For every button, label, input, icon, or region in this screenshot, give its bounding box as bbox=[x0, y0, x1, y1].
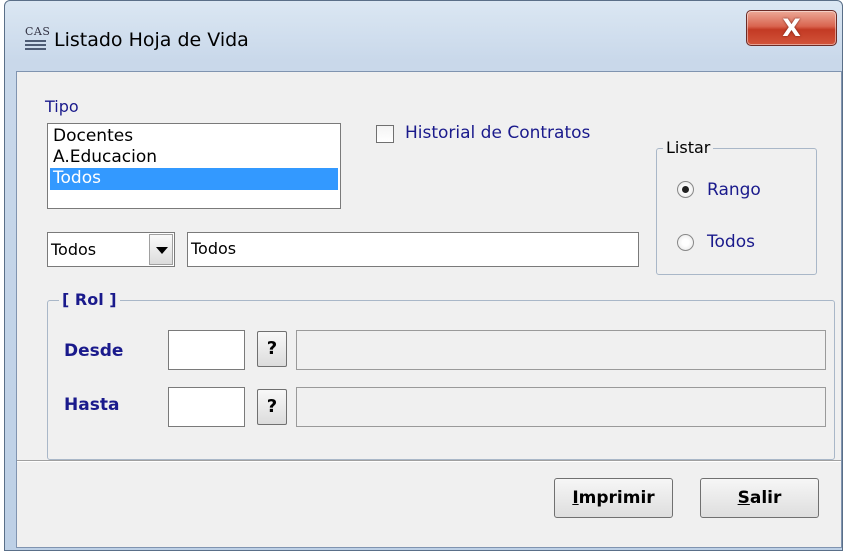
rol-group: [ Rol ] Desde ? Hasta ? bbox=[47, 290, 835, 460]
close-icon: X bbox=[782, 14, 801, 42]
listar-title: Listar bbox=[663, 138, 714, 157]
combo-value: Todos bbox=[51, 240, 97, 259]
imprimir-button[interactable]: Imprimir bbox=[554, 478, 673, 518]
tipo-combo[interactable]: Todos bbox=[47, 232, 175, 267]
list-item-educacion[interactable]: A.Educacion bbox=[50, 147, 338, 169]
dialog-window: CAS Listado Hoja de Vida X Tipo Docentes… bbox=[4, 0, 843, 551]
radio-selected-dot bbox=[682, 186, 689, 193]
window-title: Listado Hoja de Vida bbox=[54, 29, 249, 51]
todos-radio[interactable] bbox=[677, 234, 694, 251]
desde-description bbox=[296, 330, 826, 370]
salir-button[interactable]: Salir bbox=[700, 478, 819, 518]
desde-lookup-button[interactable]: ? bbox=[257, 331, 287, 367]
hasta-description bbox=[296, 387, 826, 427]
historial-label[interactable]: Historial de Contratos bbox=[405, 123, 590, 143]
desde-input[interactable] bbox=[168, 330, 245, 370]
tipo-label: Tipo bbox=[45, 97, 79, 116]
hasta-lookup-button[interactable]: ? bbox=[257, 389, 287, 425]
dialog-body: Tipo Docentes A.Educacion Todos Historia… bbox=[16, 71, 842, 548]
desde-label: Desde bbox=[64, 341, 124, 361]
separator bbox=[17, 460, 841, 462]
app-icon: CAS bbox=[24, 26, 50, 53]
chevron-down-icon[interactable] bbox=[149, 234, 173, 265]
rol-title: [ Rol ] bbox=[59, 290, 120, 309]
rango-radio[interactable] bbox=[677, 181, 694, 198]
list-item-todos[interactable]: Todos bbox=[50, 168, 338, 190]
close-button[interactable]: X bbox=[746, 10, 837, 46]
historial-checkbox[interactable] bbox=[376, 125, 394, 143]
hasta-input[interactable] bbox=[168, 387, 245, 427]
rango-label[interactable]: Rango bbox=[707, 180, 761, 200]
list-item-docentes[interactable]: Docentes bbox=[50, 126, 338, 148]
hasta-label: Hasta bbox=[64, 395, 120, 415]
listar-group: Listar Rango Todos bbox=[656, 138, 817, 275]
filter-text-field[interactable]: Todos bbox=[187, 232, 639, 267]
title-bar: CAS Listado Hoja de Vida X bbox=[5, 1, 842, 71]
todos-radio-label[interactable]: Todos bbox=[707, 232, 755, 252]
tipo-listbox[interactable]: Docentes A.Educacion Todos bbox=[47, 123, 341, 209]
